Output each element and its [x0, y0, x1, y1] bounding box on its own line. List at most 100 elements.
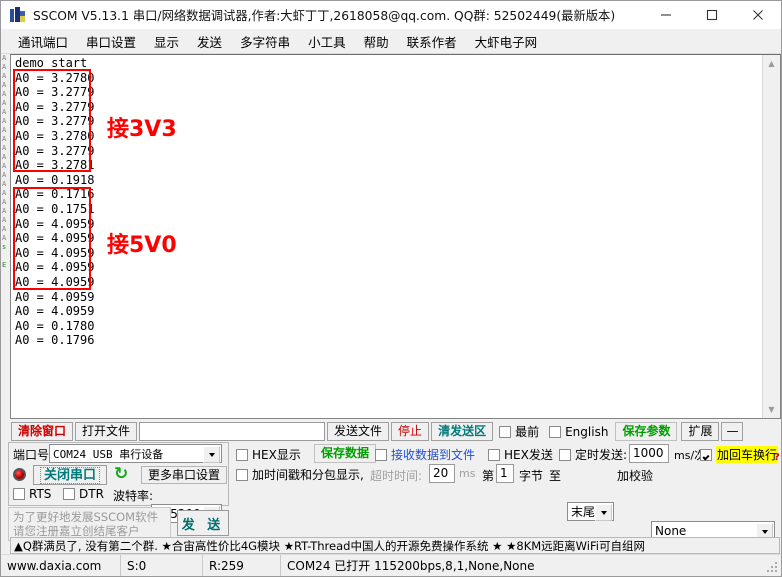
- hex-send-checkbox[interactable]: HEX发送: [488, 446, 553, 463]
- checkbox-box[interactable]: [499, 425, 512, 438]
- rts-checkbox[interactable]: RTS: [13, 487, 51, 501]
- terminal-line: demo start: [15, 56, 88, 70]
- open-file-button[interactable]: 打开文件: [75, 422, 138, 441]
- checkbox-box[interactable]: [13, 488, 25, 500]
- menu-item-contact-author[interactable]: 联系作者: [398, 30, 466, 53]
- menu-item-help[interactable]: 帮助: [355, 30, 398, 53]
- rail-glyph: A: [2, 162, 7, 170]
- resize-grip[interactable]: [767, 562, 779, 574]
- checksum-value: None: [655, 523, 687, 538]
- close-port-button[interactable]: 关闭串口: [33, 465, 107, 485]
- timeout-input[interactable]: 20: [429, 464, 455, 483]
- checkbox-box[interactable]: [236, 468, 248, 481]
- terminal-line: A0 = 3.2780: [15, 70, 95, 85]
- to-select[interactable]: 末尾: [567, 502, 614, 521]
- scroll-up-icon[interactable]: ▲: [763, 55, 780, 72]
- rail-glyph: A: [2, 99, 7, 107]
- checkbox-box[interactable]: [549, 425, 562, 438]
- terminal-line: A0 = 3.2779: [15, 143, 95, 158]
- rail-glyph: A: [2, 234, 7, 242]
- rail-glyph: A: [2, 117, 7, 125]
- menu-item-daxia-site[interactable]: 大虾电子网: [466, 30, 547, 53]
- timestamp-checkbox[interactable]: 加时间戳和分包显示,: [236, 466, 364, 483]
- rail-glyph: A: [2, 153, 7, 161]
- receive-scrollbar[interactable]: ▲ ▼: [762, 55, 780, 418]
- menu-item-multi-string[interactable]: 多字符串: [231, 30, 299, 53]
- dtr-checkbox[interactable]: DTR: [63, 487, 104, 501]
- rail-glyph: s: [2, 243, 7, 251]
- rail-glyph: A: [2, 171, 7, 179]
- dtr-label: DTR: [79, 487, 104, 501]
- ad-banner[interactable]: ▲Q群满员了, 没有第二个群. ★合宙高性价比4G模块 ★RT-Thread中国…: [10, 537, 780, 554]
- checkbox-box[interactable]: [488, 448, 500, 461]
- topmost-label: 最前: [515, 425, 540, 439]
- clear-send-area-button[interactable]: 清发送区: [431, 422, 494, 441]
- menu-item-send[interactable]: 发送: [188, 30, 231, 53]
- checkbox-box[interactable]: [236, 448, 248, 461]
- port-value: COM24 USB 串行设备: [53, 447, 164, 461]
- status-site[interactable]: www.daxia.com: [1, 555, 121, 576]
- file-path-input[interactable]: [139, 422, 326, 441]
- rail-glyph: A: [2, 189, 7, 197]
- rail-glyph: A: [2, 81, 7, 89]
- topmost-checkbox[interactable]: 最前: [499, 423, 539, 440]
- connection-led: [13, 468, 26, 481]
- action-toolbar: 清除窗口 打开文件 发送文件 停止 清发送区 最前 English 保存参数 扩…: [1, 421, 781, 442]
- recv-to-file-label: 接收数据到文件: [391, 448, 476, 462]
- minimize-icon[interactable]: [643, 1, 689, 29]
- maximize-icon[interactable]: [689, 1, 735, 29]
- register-hint: 为了更好地发展SSCOM软件 请您注册嘉立创结尾客户: [8, 507, 171, 541]
- to-value: 末尾: [571, 505, 596, 519]
- hex-display-checkbox[interactable]: HEX显示: [236, 446, 301, 463]
- more-port-settings-button[interactable]: 更多串口设置: [141, 466, 228, 484]
- extend-button[interactable]: 扩展: [681, 422, 720, 441]
- help-icon[interactable]: ?: [774, 452, 780, 463]
- timeout-unit-label: ms: [459, 467, 476, 480]
- rail-glyph: A: [2, 108, 7, 116]
- chevron-down-icon[interactable]: [203, 446, 220, 463]
- crlf-checkbox[interactable]: 加回车换行: [700, 446, 779, 463]
- rail-glyph: A: [2, 216, 7, 224]
- rail-glyph: A: [2, 135, 7, 143]
- chevron-down-icon[interactable]: [595, 504, 612, 521]
- terminal-line: A0 = 4.0959: [15, 274, 95, 289]
- checkbox-box[interactable]: [559, 448, 571, 461]
- port-select[interactable]: COM24 USB 串行设备: [49, 444, 222, 463]
- checkbox-box[interactable]: [63, 488, 75, 500]
- english-checkbox[interactable]: English: [549, 425, 608, 439]
- send-file-button[interactable]: 发送文件: [327, 422, 390, 441]
- clear-window-button[interactable]: 清除窗口: [11, 422, 74, 441]
- recv-to-file-checkbox[interactable]: 接收数据到文件: [375, 446, 475, 463]
- menu-item-comm-port[interactable]: 通讯端口: [9, 30, 77, 53]
- hex-display-label: HEX显示: [252, 448, 301, 462]
- terminal-area: A A A A A A A A A A A A A A A A A A A A …: [1, 54, 781, 419]
- close-icon[interactable]: [735, 1, 781, 29]
- collapse-button[interactable]: —: [721, 422, 744, 441]
- stop-button[interactable]: 停止: [391, 422, 430, 441]
- menu-item-display[interactable]: 显示: [145, 30, 188, 53]
- status-connection: COM24 已打开 115200bps,8,1,None,None: [287, 559, 535, 573]
- window-title: SSCOM V5.13.1 串口/网络数据调试器,作者:大虾丁丁,2618058…: [33, 9, 616, 23]
- rail-glyph: A: [2, 126, 7, 134]
- interval-input[interactable]: 1000: [629, 444, 669, 463]
- terminal-line: A0 = 0.1796: [15, 333, 95, 348]
- checkbox-box[interactable]: [700, 448, 712, 461]
- to-label: 至: [549, 469, 562, 483]
- status-bar: www.daxia.com S:0 R:259 COM24 已打开 115200…: [1, 554, 781, 576]
- receive-pane[interactable]: demo start A0 = 3.2780 A0 = 3.2779 A0 = …: [10, 54, 781, 419]
- terminal-line: A0 = 0.1780: [15, 318, 95, 333]
- refresh-icon[interactable]: ↻: [114, 466, 128, 483]
- rail-glyph: A: [2, 198, 7, 206]
- nth-input[interactable]: 1: [496, 464, 514, 483]
- send-button[interactable]: 发 送: [177, 510, 229, 536]
- scroll-down-icon[interactable]: ▼: [763, 401, 780, 418]
- checkbox-box[interactable]: [375, 448, 387, 461]
- menu-item-serial-settings[interactable]: 串口设置: [77, 30, 145, 53]
- menu-item-tools[interactable]: 小工具: [299, 30, 355, 53]
- status-sent: S:0: [121, 555, 203, 576]
- title-bar: SSCOM V5.13.1 串口/网络数据调试器,作者:大虾丁丁,2618058…: [1, 1, 781, 29]
- save-params-button[interactable]: 保存参数: [615, 422, 678, 441]
- close-port-label: 关闭串口: [40, 466, 100, 484]
- save-data-button[interactable]: 保存数据: [314, 444, 377, 463]
- timed-send-checkbox[interactable]: 定时发送:: [559, 446, 627, 463]
